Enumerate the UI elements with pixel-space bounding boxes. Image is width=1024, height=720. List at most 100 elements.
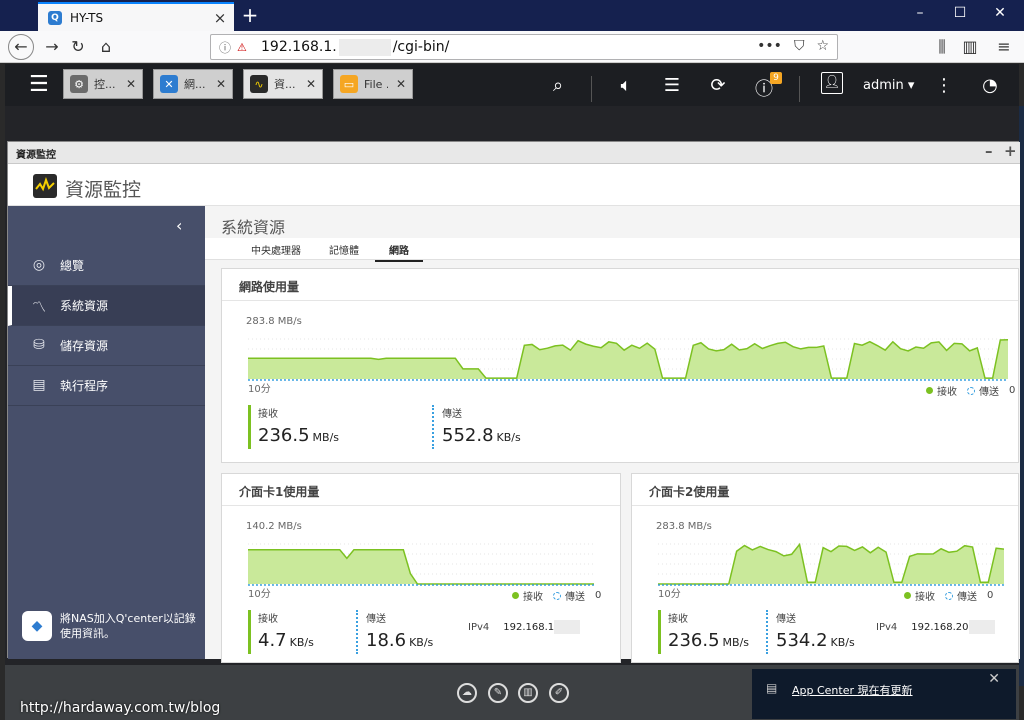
new-tab-icon[interactable]: + — [240, 3, 260, 27]
app-tab-resource-monitor[interactable]: ∿ 資... ✕ — [243, 69, 323, 99]
x-axis-label: 10分 — [248, 589, 271, 600]
bookmark-star-icon[interactable]: ☆ — [816, 38, 829, 54]
divider — [591, 76, 592, 102]
app-tab-file-station[interactable]: ▭ File ... ✕ — [333, 69, 413, 99]
legend-tx-label: 傳送 — [957, 592, 977, 603]
back-arrow-icon[interactable]: ← — [8, 34, 34, 60]
user-avatar-icon[interactable]: 👤︎ — [821, 72, 843, 94]
tx-value: 18.6 KB/s — [366, 630, 433, 651]
nic2-usage-card: 介面卡2使用量 283.8 MB/s 10分 接收 傳送 0 接收 236.5 M… — [631, 473, 1019, 663]
tab-cpu[interactable]: 中央處理器 — [251, 242, 301, 257]
close-icon[interactable]: ✕ — [306, 77, 316, 91]
window-titlebar[interactable]: 資源監控 – + — [8, 142, 1020, 164]
close-icon[interactable]: × — [210, 9, 230, 27]
network-usage-card: 網路使用量 283.8 MB/s 10分 接收 傳送 0 接收 236.5 MB/… — [221, 268, 1019, 463]
url-host: 192.168.1. — [261, 39, 337, 55]
sidebar-item-label: 儲存資源 — [60, 339, 109, 353]
tab-network[interactable]: 網路 — [375, 242, 423, 262]
dock-edit-icon[interactable]: ✐ — [549, 683, 569, 703]
tx-value: 534.2 KB/s — [776, 630, 855, 651]
browser-tab[interactable]: Q HY-TS × — [38, 2, 234, 31]
app-center-update-link[interactable]: App Center 現在有更新 — [792, 682, 913, 698]
process-icon: ▤ — [32, 376, 46, 393]
card-title: 介面卡2使用量 — [649, 485, 730, 499]
sidebar-item-system-resources[interactable]: 〽 系統資源 — [8, 286, 205, 326]
app-tab-label: 網... — [184, 78, 206, 91]
card-header: 介面卡1使用量 — [222, 474, 620, 506]
tab-memory[interactable]: 記憶體 — [329, 242, 359, 257]
watermark: http://hardaway.com.tw/blog — [20, 700, 221, 716]
y-axis-zero: 0 — [595, 590, 602, 601]
sidebar-toggle-icon[interactable]: ▥ — [958, 36, 982, 58]
more-vertical-icon[interactable]: ⋮ — [932, 75, 956, 96]
rx-area — [248, 549, 594, 584]
volume-icon[interactable]: 🔈︎ — [614, 75, 638, 96]
forward-arrow-icon[interactable]: → — [40, 36, 64, 58]
sidebar-item-label: 總覽 — [60, 259, 85, 273]
card-header: 介面卡2使用量 — [632, 474, 1018, 506]
tx-number: 552.8 — [442, 425, 494, 446]
rx-unit: MB/s — [722, 636, 750, 649]
rx-value: 236.5 MB/s — [668, 630, 749, 651]
more-icon[interactable]: ••• — [757, 38, 782, 54]
maximize-icon[interactable]: ☐ — [950, 5, 970, 21]
rx-label: 接收 — [668, 614, 688, 625]
home-icon[interactable]: ⌂ — [94, 36, 118, 58]
info-icon[interactable]: ⓘ — [219, 39, 233, 56]
minimize-icon[interactable]: – — [985, 142, 993, 160]
sync-icon[interactable]: ⟳ — [706, 75, 730, 96]
nic1-chart — [248, 543, 594, 586]
maximize-icon[interactable]: + — [1004, 142, 1017, 160]
ip-redaction — [554, 620, 581, 634]
dashboard-gauge-icon[interactable]: ◔ — [978, 75, 1002, 96]
main-menu-icon[interactable]: ☰ — [29, 72, 49, 97]
ipv4-label: IPv4 — [468, 622, 490, 633]
dock-tools-icon[interactable]: ✎ — [488, 683, 508, 703]
reload-icon[interactable]: ↻ — [66, 36, 90, 58]
rx-bar — [248, 610, 251, 654]
storage-icon: ⛁ — [33, 336, 45, 353]
url-bar[interactable]: ⓘ ⚠ 192.168.1. /cgi-bin/ ••• ⛉ ☆ — [210, 34, 838, 60]
dock-cloud-icon[interactable]: ☁ — [457, 683, 477, 703]
pocket-icon[interactable]: ⛉ — [794, 38, 805, 54]
rx-area — [248, 339, 1008, 379]
sidebar-item-overview[interactable]: ◎ 總覽 — [8, 246, 205, 286]
folder-icon: ▭ — [340, 75, 358, 93]
legend-rx-label: 接收 — [937, 387, 957, 398]
tasks-icon[interactable]: ☰ — [660, 75, 684, 96]
legend-tx-dot — [945, 591, 953, 600]
sidebar-item-processes[interactable]: ▤ 執行程序 — [8, 366, 205, 406]
insecure-lock-icon[interactable]: ⚠ — [237, 41, 255, 54]
rx-value: 4.7 KB/s — [258, 630, 314, 651]
app-tab-control-panel[interactable]: ⚙ 控... ✕ — [63, 69, 143, 99]
close-icon[interactable]: ✕ — [988, 671, 1000, 687]
app-tab-network[interactable]: ✕ 網... ✕ — [153, 69, 233, 99]
ipv4-label: IPv4 — [876, 622, 898, 633]
notification-badge: 9 — [770, 72, 782, 84]
close-icon[interactable]: ✕ — [396, 77, 406, 91]
sidebar-item-storage[interactable]: ⛁ 儲存資源 — [8, 326, 205, 366]
card-header: 網路使用量 — [222, 269, 1018, 301]
tx-unit: KB/s — [409, 636, 434, 649]
library-icon[interactable]: ⫼ — [930, 36, 954, 58]
search-icon[interactable]: ⌕ — [546, 75, 570, 96]
app-header: 資源監控 — [8, 164, 1020, 206]
chevron-left-icon[interactable]: ‹ — [176, 216, 182, 235]
browser-tabbar: Q HY-TS × + – ☐ ✕ — [0, 0, 1024, 31]
legend-rx-dot — [904, 592, 911, 599]
user-menu[interactable]: admin ▾ — [863, 78, 914, 93]
sidebar-item-label: 執行程序 — [60, 379, 109, 393]
minimize-icon[interactable]: – — [910, 5, 930, 21]
x-axis-label: 10分 — [248, 384, 271, 395]
chart-legend: 接收 傳送 0 — [926, 383, 1015, 398]
dock-book-icon[interactable]: ▥ — [518, 683, 538, 703]
rx-label: 接收 — [258, 409, 278, 420]
sidebar: ‹ ◎ 總覽 〽 系統資源 ⛁ 儲存資源 ▤ 執行程序 ◆ 將NAS加入Q'ce… — [8, 206, 205, 659]
menu-icon[interactable]: ≡ — [992, 36, 1016, 58]
qcenter-promo[interactable]: ◆ 將NAS加入Q'center以記錄使用資訊。 — [22, 611, 200, 641]
window-close-icon[interactable]: ✕ — [990, 5, 1010, 21]
close-icon[interactable]: ✕ — [216, 77, 226, 91]
ipv4-address: IPv4 192.168.1 — [468, 620, 581, 634]
close-icon[interactable]: ✕ — [126, 77, 136, 91]
legend-rx-label: 接收 — [915, 592, 935, 603]
